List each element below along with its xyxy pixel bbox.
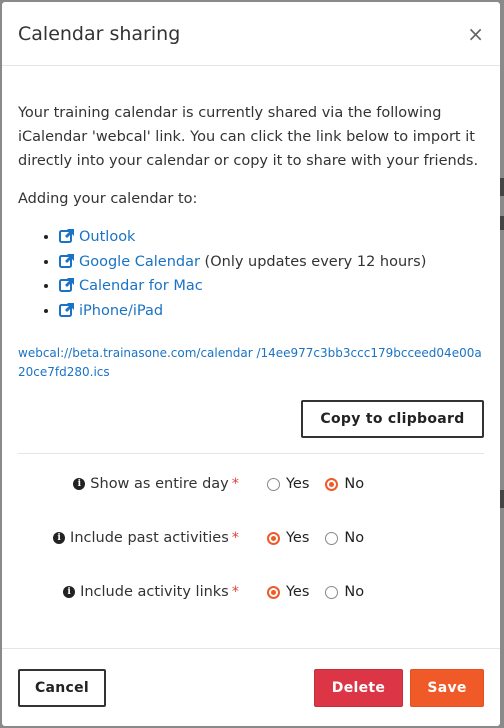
info-icon[interactable]: i: [53, 532, 66, 544]
setting-row-activity-links: i Include activity links * Yes No: [18, 565, 484, 619]
info-icon[interactable]: i: [63, 586, 76, 598]
radio-group: Yes No: [267, 476, 380, 492]
modal-header: Calendar sharing ×: [2, 2, 500, 66]
setting-row-entire-day: i Show as entire day * Yes No: [18, 457, 484, 511]
list-item: Calendar for Mac: [59, 274, 484, 299]
iphone-ipad-label: iPhone/iPad: [79, 302, 164, 319]
required-marker: *: [231, 584, 239, 600]
radio-button-checked[interactable]: [325, 477, 339, 491]
adding-label: Adding your calendar to:: [18, 191, 198, 207]
setting-label: i Include activity links *: [18, 584, 239, 600]
external-link-icon: [59, 229, 74, 243]
save-button[interactable]: Save: [410, 668, 484, 707]
radio-yes[interactable]: Yes: [267, 476, 309, 492]
webcal-link[interactable]: webcal://beta.trainasone.com/calendar /1…: [18, 344, 484, 382]
backdrop-edge: [500, 490, 504, 508]
radio-label: No: [344, 584, 365, 600]
radio-button-checked[interactable]: [267, 585, 280, 599]
outlook-link[interactable]: Outlook: [59, 229, 135, 245]
info-icon[interactable]: i: [73, 478, 86, 490]
radio-button-checked[interactable]: [267, 531, 280, 545]
setting-row-past-activities: i Include past activities * Yes No: [18, 511, 484, 565]
calendar-sharing-modal: Calendar sharing × Your training calenda…: [2, 2, 500, 726]
outlook-label: Outlook: [79, 229, 136, 245]
radio-yes[interactable]: Yes: [267, 530, 309, 546]
calendar-for-mac-link[interactable]: Calendar for Mac: [59, 278, 203, 294]
radio-no[interactable]: No: [325, 476, 364, 492]
copy-to-clipboard-button[interactable]: Copy to clipboard: [301, 400, 484, 438]
divider: [18, 453, 484, 454]
radio-no[interactable]: No: [325, 584, 364, 600]
modal-title: Calendar sharing: [18, 22, 181, 45]
delete-button[interactable]: Delete: [314, 668, 403, 707]
radio-label: Yes: [286, 530, 310, 546]
copy-row: Copy to clipboard: [18, 400, 484, 438]
list-item: iPhone/iPad: [59, 299, 484, 324]
list-item: Google Calendar (Only updates every 12 h…: [59, 250, 484, 275]
modal-body: Your training calendar is currently shar…: [2, 101, 500, 619]
list-item: Outlook: [59, 225, 484, 250]
setting-label: i Include past activities *: [18, 530, 239, 546]
iphone-ipad-link[interactable]: iPhone/iPad: [59, 302, 164, 319]
setting-label-text: Show as entire day: [90, 476, 229, 492]
radio-label: No: [344, 476, 365, 492]
external-link-icon: [59, 253, 74, 268]
required-marker: *: [231, 530, 239, 546]
calendar-for-mac-label: Calendar for Mac: [79, 278, 203, 294]
radio-group: Yes No: [267, 584, 380, 600]
radio-label: Yes: [286, 476, 310, 492]
radio-label: Yes: [286, 584, 310, 600]
setting-label: i Show as entire day *: [18, 476, 239, 492]
google-calendar-label: Google Calendar: [79, 253, 200, 270]
modal-footer: Cancel Delete Save: [2, 648, 500, 726]
external-link-icon: [59, 278, 74, 292]
external-link-icon: [59, 302, 74, 317]
setting-label-text: Include past activities: [70, 530, 229, 546]
radio-label: No: [344, 530, 365, 546]
cancel-button[interactable]: Cancel: [18, 668, 106, 707]
radio-no[interactable]: No: [325, 530, 364, 546]
settings-form: i Show as entire day * Yes No i Include …: [18, 457, 484, 619]
close-icon[interactable]: ×: [467, 24, 484, 44]
radio-group: Yes No: [267, 530, 380, 546]
calendar-app-list: Outlook Google Calendar (Only updates ev…: [18, 225, 484, 323]
google-calendar-link[interactable]: Google Calendar: [59, 253, 200, 270]
google-calendar-note: (Only updates every 12 hours): [199, 253, 427, 270]
setting-label-text: Include activity links: [80, 584, 229, 600]
required-marker: *: [231, 476, 239, 492]
intro-text: Your training calendar is currently shar…: [18, 105, 479, 169]
radio-yes[interactable]: Yes: [267, 584, 309, 600]
radio-button[interactable]: [325, 531, 339, 545]
backdrop-edge: [500, 216, 504, 230]
backdrop-edge: [500, 178, 504, 196]
radio-button[interactable]: [267, 477, 280, 491]
radio-button[interactable]: [325, 585, 339, 599]
